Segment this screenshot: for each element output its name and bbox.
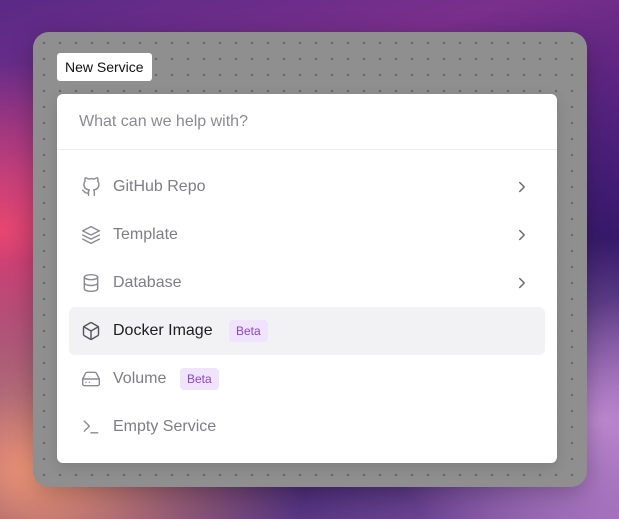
menu-item-template[interactable]: Template (69, 211, 545, 259)
new-service-tag: New Service (57, 53, 152, 81)
menu-item-label: Volume (113, 370, 167, 387)
chevron-right-icon (513, 274, 531, 292)
service-options-list: GitHub Repo Template Database Docker Ima… (69, 163, 545, 451)
menu-item-volume[interactable]: Volume Beta (69, 355, 545, 403)
database-icon (81, 273, 101, 293)
hard-drive-icon (81, 369, 101, 389)
menu-item-label: Empty Service (113, 418, 217, 435)
menu-item-label: Docker Image (113, 322, 213, 339)
beta-badge: Beta (180, 368, 219, 390)
menu-item-label: Template (113, 226, 178, 243)
chevron-right-icon (513, 178, 531, 196)
menu-item-github-repo[interactable]: GitHub Repo (69, 163, 545, 211)
new-service-dialog: GitHub Repo Template (57, 94, 557, 463)
menu-item-empty-service[interactable]: Empty Service (69, 403, 545, 451)
menu-item-label: Database (113, 274, 182, 291)
github-icon (81, 177, 101, 197)
beta-badge: Beta (229, 320, 268, 342)
search-input[interactable] (79, 110, 519, 134)
layers-icon (81, 225, 101, 245)
search-bar (57, 94, 557, 150)
menu-item-label: GitHub Repo (113, 178, 206, 195)
box-icon (81, 321, 101, 341)
menu-item-docker-image[interactable]: Docker Image Beta (69, 307, 545, 355)
terminal-icon (81, 417, 101, 437)
chevron-right-icon (513, 226, 531, 244)
menu-item-database[interactable]: Database (69, 259, 545, 307)
